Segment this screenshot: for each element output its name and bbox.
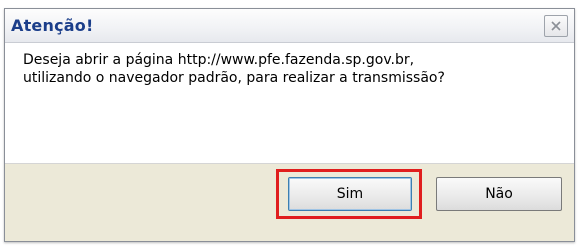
dialog-titlebar[interactable]: Atenção! bbox=[5, 9, 574, 43]
yes-button[interactable]: Sim bbox=[288, 177, 412, 211]
message-line-2: utilizando o navegador padrão, para real… bbox=[23, 70, 445, 86]
dialog-title: Atenção! bbox=[11, 16, 94, 35]
message-line-1: Deseja abrir a página http://www.pfe.faz… bbox=[23, 52, 415, 68]
no-button[interactable]: Não bbox=[436, 177, 562, 211]
screenshot-stage: Atenção! Deseja abrir a página http://ww… bbox=[0, 0, 579, 246]
dialog-message: Deseja abrir a página http://www.pfe.faz… bbox=[23, 51, 563, 87]
close-x-icon bbox=[549, 19, 563, 33]
close-button[interactable] bbox=[544, 15, 568, 37]
